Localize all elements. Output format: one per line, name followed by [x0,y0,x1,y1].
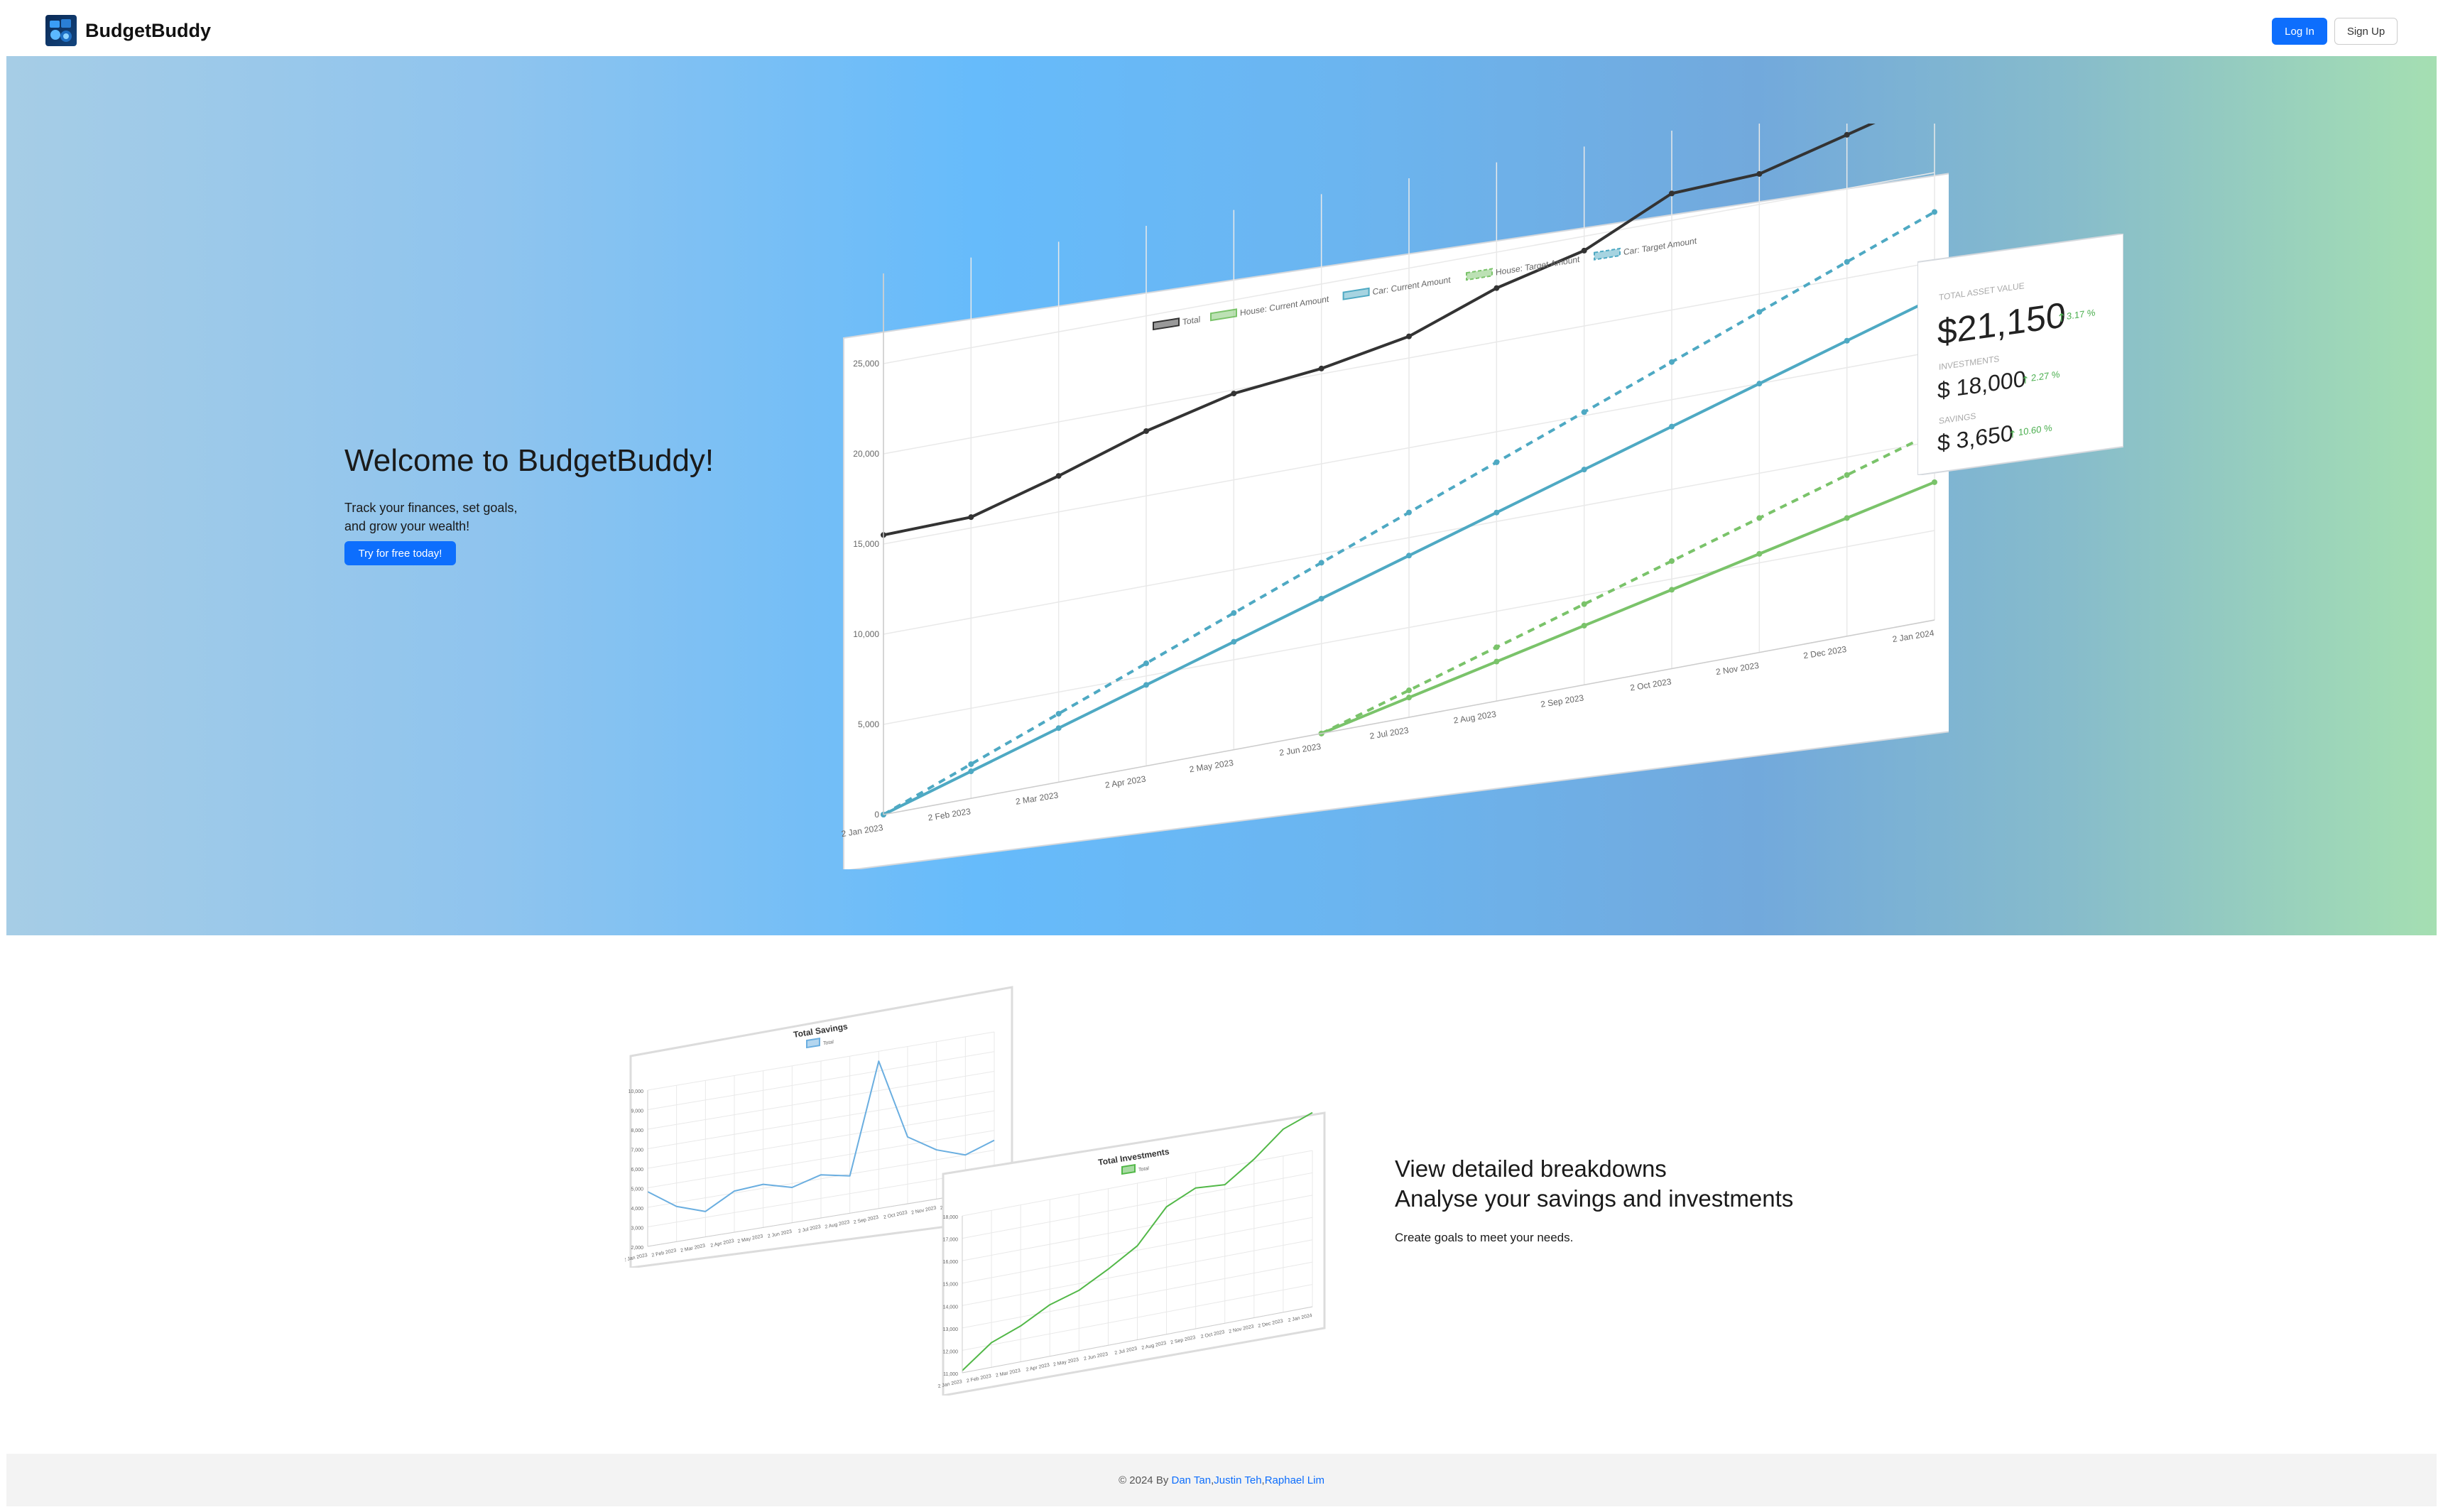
y-axis-tick-label: 15,000 [853,539,879,549]
feature-title-line2: Analyse your savings and investments [1395,1185,1794,1212]
series-point [1143,682,1149,688]
hero-subtitle-line1: Track your finances, set goals, [344,501,518,515]
series-point [1581,409,1587,415]
y-axis-tick-label: 10,000 [853,629,879,639]
y-axis-tick-label: 7,000 [631,1148,643,1153]
brand-link[interactable]: BudgetBuddy [45,14,211,47]
series-point [1231,638,1237,645]
series-point [1669,423,1675,430]
series-point [1406,687,1412,694]
y-axis-tick-label: 2,000 [631,1246,643,1251]
series-point [1055,710,1062,717]
series-point [1318,595,1324,602]
series-point [968,761,974,767]
y-axis-tick-label: 9,000 [631,1109,643,1114]
series-point [1581,467,1587,473]
asset-growth-chart: 2 Jan 20232 Feb 20232 Mar 20232 Apr 2023… [841,124,1949,869]
author-link-dan[interactable]: Dan Tan [1172,1474,1212,1486]
series-point [1581,601,1587,607]
hero-title: Welcome to BudgetBuddy! [344,443,714,478]
series-point [1932,479,1937,485]
series-point [1844,259,1850,265]
legend-swatch [806,1037,820,1049]
asset-summary-card: TOTAL ASSET VALUE $21,150 ↑ 3.17 % INVES… [1917,234,2123,475]
legend-swatch [1121,1163,1136,1175]
series-point [1844,515,1850,521]
footer-prefix: © 2024 By [1119,1474,1169,1486]
series-point [1756,381,1763,387]
series-point [1406,333,1412,339]
y-axis-tick-label: 18,000 [943,1215,959,1220]
series-point [968,768,974,775]
series-point [1406,509,1412,516]
y-axis-tick-label: 16,000 [943,1260,959,1265]
series-point [1669,558,1675,564]
feature-title-line1: View detailed breakdowns [1395,1155,1667,1182]
y-axis-tick-label: 0 [874,810,879,820]
series-point [968,514,974,521]
total-up-arrow-icon: ↑ [2057,310,2066,325]
y-axis-tick-label: 25,000 [853,359,879,369]
hero-subtitle: Track your finances, set goals, and grow… [344,499,557,535]
series-point [1143,660,1149,667]
series-point [1318,560,1324,566]
y-axis-tick-label: 5,000 [631,1187,643,1192]
series-point [1844,131,1850,138]
series-point [1932,209,1937,215]
series-point [1493,285,1500,291]
series-point [1318,365,1324,371]
signup-button[interactable]: Sign Up [2334,18,2398,45]
y-axis-tick-label: 6,000 [631,1168,643,1173]
login-button[interactable]: Log In [2272,18,2327,45]
series-point [1493,658,1500,665]
hero-section: Welcome to BudgetBuddy! Track your finan… [6,56,2437,935]
navbar: BudgetBuddy Log In Sign Up [0,0,2443,56]
series-point [1844,472,1850,478]
y-axis-tick-label: 15,000 [943,1283,959,1288]
series-point [1756,309,1763,315]
series-point [1493,509,1500,516]
total-investments-chart: 2 Jan 20232 Feb 20232 Mar 20232 Apr 2023… [937,1111,1326,1396]
series-point [1756,170,1763,177]
y-axis-tick-label: 11,000 [943,1372,958,1377]
feature-subtitle: Create goals to meet your needs. [1395,1231,1574,1244]
y-axis-tick-label: 17,000 [943,1238,959,1243]
y-axis-tick-label: 5,000 [858,719,879,729]
author-link-justin[interactable]: Justin Teh [1214,1474,1261,1486]
y-axis-tick-label: 12,000 [943,1349,959,1354]
brand-name: BudgetBuddy [85,19,211,41]
y-axis-tick-label: 20,000 [853,449,879,459]
y-axis-tick-label: 3,000 [631,1227,643,1231]
series-point [1406,695,1412,701]
series-point [1756,515,1763,521]
investments-up-arrow-icon: ↑ [2021,374,2030,387]
series-point [1231,610,1237,616]
budgetbuddy-logo-icon [45,15,77,46]
y-axis-tick-label: 4,000 [631,1207,643,1212]
series-point [1581,622,1587,629]
series-point [1844,337,1850,344]
series-point [1055,725,1062,731]
series-point [1231,391,1237,397]
series-point [1493,644,1500,651]
series-point [1581,247,1587,254]
hero-subtitle-line2: and grow your wealth! [344,519,470,533]
y-axis-tick-label: 13,000 [943,1327,959,1332]
series-point [1406,553,1412,559]
author-link-raphael[interactable]: Raphael Lim [1265,1474,1324,1486]
footer: © 2024 By Dan Tan, Justin Teh, Raphael L… [6,1454,2437,1506]
series-point [1055,473,1062,479]
series-point [1669,190,1675,197]
series-point [1756,550,1763,557]
series-point [1493,459,1500,465]
series-point [1143,428,1149,434]
y-axis-tick-label: 10,000 [629,1089,644,1094]
y-axis-tick-label: 14,000 [943,1305,959,1310]
try-free-button[interactable]: Try for free today! [344,541,456,565]
series-point [1669,359,1675,365]
savings-up-arrow-icon: ↑ [2008,429,2017,442]
y-axis-tick-label: 8,000 [631,1128,643,1133]
series-point [1669,587,1675,593]
